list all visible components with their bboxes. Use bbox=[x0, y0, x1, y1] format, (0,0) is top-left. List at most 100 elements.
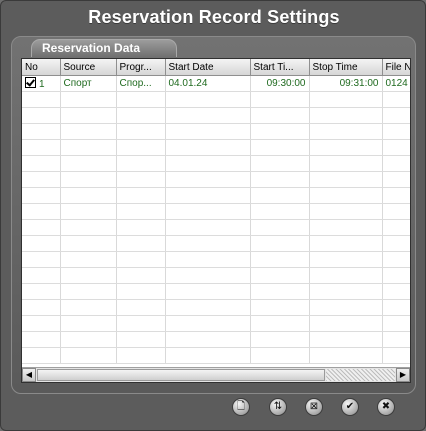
row-checkbox[interactable] bbox=[25, 77, 36, 88]
column-header-start-time[interactable]: Start Ti... bbox=[250, 59, 310, 76]
empty-cell bbox=[250, 187, 310, 204]
empty-cell bbox=[382, 347, 410, 364]
empty-cell bbox=[60, 139, 117, 156]
empty-cell bbox=[250, 219, 310, 236]
file-cell: 0124 bbox=[382, 75, 410, 92]
empty-cell bbox=[60, 235, 117, 252]
new-reservation-button[interactable]: 🗋 bbox=[232, 398, 250, 416]
empty-cell bbox=[165, 155, 251, 172]
empty-cell bbox=[165, 219, 251, 236]
empty-cell bbox=[382, 235, 410, 252]
empty-cell bbox=[165, 235, 251, 252]
empty-cell bbox=[60, 267, 117, 284]
empty-table-row bbox=[22, 187, 410, 204]
row-number: 1 bbox=[39, 79, 45, 90]
empty-cell bbox=[250, 299, 310, 316]
start-time-cell: 09:30:00 bbox=[250, 75, 310, 92]
empty-cell bbox=[309, 219, 383, 236]
horizontal-scrollbar[interactable]: ◀ ▶ bbox=[22, 367, 410, 382]
empty-cell bbox=[22, 123, 61, 140]
empty-cell bbox=[382, 187, 410, 204]
empty-cell bbox=[165, 315, 251, 332]
empty-cell bbox=[116, 251, 166, 268]
close-button[interactable]: ✖ bbox=[377, 398, 395, 416]
scroll-right-arrow-icon[interactable]: ▶ bbox=[396, 368, 410, 382]
empty-cell bbox=[165, 139, 251, 156]
row-number-cell[interactable]: 1 bbox=[22, 75, 61, 92]
tab-reservation-data[interactable]: Reservation Data bbox=[31, 39, 177, 57]
empty-cell bbox=[382, 315, 410, 332]
empty-cell bbox=[309, 155, 383, 172]
empty-cell bbox=[250, 315, 310, 332]
empty-cell bbox=[22, 315, 61, 332]
confirm-button[interactable]: ✔ bbox=[341, 398, 359, 416]
empty-cell bbox=[309, 235, 383, 252]
empty-cell bbox=[250, 283, 310, 300]
empty-cell bbox=[309, 139, 383, 156]
empty-cell bbox=[382, 155, 410, 172]
empty-cell bbox=[22, 91, 61, 108]
empty-cell bbox=[165, 331, 251, 348]
empty-cell bbox=[60, 331, 117, 348]
empty-cell bbox=[309, 123, 383, 140]
empty-cell bbox=[165, 347, 251, 364]
column-header-stop-time[interactable]: Stop Time bbox=[309, 59, 383, 76]
column-header-file[interactable]: File N bbox=[382, 59, 410, 76]
column-header-start-date[interactable]: Start Date bbox=[165, 59, 251, 76]
empty-cell bbox=[60, 155, 117, 172]
empty-cell bbox=[116, 123, 166, 140]
column-header-no[interactable]: No bbox=[22, 59, 61, 76]
empty-cell bbox=[116, 139, 166, 156]
program-cell: Спор... bbox=[116, 75, 166, 92]
empty-cell bbox=[116, 235, 166, 252]
table-header-row: No Source Progr... Start Date Start Ti..… bbox=[22, 59, 410, 76]
empty-cell bbox=[60, 283, 117, 300]
empty-table-row bbox=[22, 315, 410, 332]
empty-cell bbox=[165, 91, 251, 108]
delete-reservation-button[interactable]: ⊠ bbox=[305, 398, 323, 416]
empty-cell bbox=[250, 267, 310, 284]
reservation-table-viewport[interactable]: No Source Progr... Start Date Start Ti..… bbox=[22, 59, 410, 367]
empty-cell bbox=[60, 171, 117, 188]
empty-table-row bbox=[22, 283, 410, 300]
empty-cell bbox=[309, 331, 383, 348]
scrollbar-thumb[interactable] bbox=[37, 369, 325, 381]
column-header-source[interactable]: Source bbox=[60, 59, 117, 76]
empty-cell bbox=[116, 219, 166, 236]
scroll-left-arrow-icon[interactable]: ◀ bbox=[22, 368, 36, 382]
empty-cell bbox=[60, 299, 117, 316]
scrollbar-track[interactable] bbox=[326, 369, 395, 381]
empty-cell bbox=[60, 123, 117, 140]
empty-cell bbox=[116, 155, 166, 172]
empty-cell bbox=[116, 91, 166, 108]
empty-cell bbox=[60, 251, 117, 268]
empty-cell bbox=[22, 171, 61, 188]
empty-cell bbox=[309, 203, 383, 220]
empty-cell bbox=[60, 347, 117, 364]
empty-cell bbox=[382, 203, 410, 220]
empty-cell bbox=[165, 123, 251, 140]
empty-cell bbox=[309, 315, 383, 332]
empty-cell bbox=[250, 155, 310, 172]
empty-table-row bbox=[22, 331, 410, 348]
reservation-settings-window: Reservation Record Settings Reservation … bbox=[0, 0, 426, 431]
empty-cell bbox=[116, 283, 166, 300]
empty-cell bbox=[309, 347, 383, 364]
empty-cell bbox=[116, 187, 166, 204]
empty-cell bbox=[165, 187, 251, 204]
empty-cell bbox=[309, 107, 383, 124]
empty-cell bbox=[250, 235, 310, 252]
column-header-program[interactable]: Progr... bbox=[116, 59, 166, 76]
empty-cell bbox=[382, 91, 410, 108]
edit-reservation-button[interactable]: ⇅ bbox=[269, 398, 287, 416]
empty-cell bbox=[309, 283, 383, 300]
table-row[interactable]: 1 Спорт Спор... 04.01.24 09:30:00 09:31:… bbox=[22, 75, 410, 92]
empty-cell bbox=[22, 219, 61, 236]
empty-cell bbox=[250, 171, 310, 188]
empty-cell bbox=[60, 203, 117, 220]
empty-cell bbox=[382, 219, 410, 236]
empty-cell bbox=[382, 107, 410, 124]
empty-cell bbox=[382, 251, 410, 268]
empty-table-row bbox=[22, 299, 410, 316]
empty-cell bbox=[116, 203, 166, 220]
